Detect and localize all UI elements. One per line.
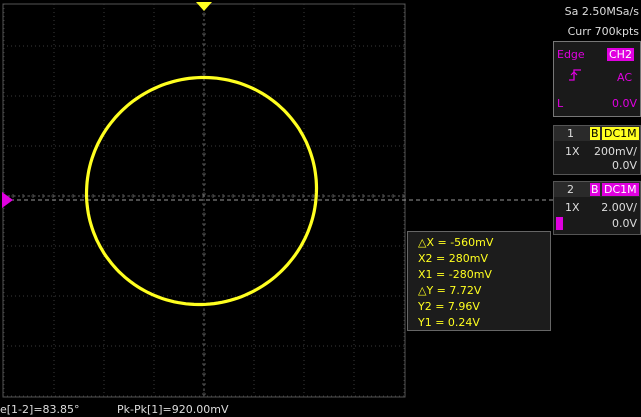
ch2-offset: 0.0V: [611, 217, 637, 230]
trigger-panel[interactable]: Edge CH2 AC L 0.0V: [553, 41, 641, 117]
cursor-delta-x: △X = -560mV: [418, 236, 494, 249]
scope-display: [2, 2, 640, 398]
cursor-y1: Y1 = 0.24V: [418, 316, 480, 329]
ch2-level-marker[interactable]: [2, 192, 13, 208]
cursor-readout-panel[interactable]: △X = -560mV X2 = 280mV X1 = -280mV △Y = …: [407, 231, 551, 331]
ch2-bw-limit: B: [590, 183, 600, 196]
ch1-probe: 1X: [565, 145, 580, 158]
cursor-delta-y: △Y = 7.72V: [418, 284, 482, 297]
memory-depth: Curr 700kpts: [567, 25, 639, 38]
ch2-probe: 1X: [565, 201, 580, 214]
trigger-level-label: L: [557, 97, 564, 110]
ch2-number: 2: [567, 183, 574, 196]
trigger-position-marker[interactable]: [196, 2, 212, 11]
ch1-coupling: DC1M: [602, 127, 639, 140]
cursor-x1: X1 = -280mV: [418, 268, 492, 281]
grid: [2, 3, 640, 398]
ch1-bw-limit: B: [590, 127, 600, 140]
trigger-mode: Edge: [557, 48, 585, 61]
ch2-panel[interactable]: 2 B DC1M 1X 2.00V/ I 0.0V: [553, 181, 641, 235]
ch2-scale: 2.00V/: [601, 201, 637, 214]
ch1-panel[interactable]: 1 B DC1M 1X 200mV/ 0.0V: [553, 125, 641, 175]
trigger-coupling: AC: [617, 71, 633, 84]
cursor-y2: Y2 = 7.96V: [418, 300, 480, 313]
ch1-offset: 0.0V: [611, 159, 637, 172]
ch1-number: 1: [567, 127, 574, 140]
cursor-x2: X2 = 280mV: [418, 252, 488, 265]
phase-measurement: e[1-2]=83.85°: [0, 403, 80, 416]
rising-edge-icon: [569, 69, 581, 81]
xy-trace: [84, 75, 319, 307]
ch1-scale: 200mV/: [594, 145, 637, 158]
pk-pk-measurement: Pk-Pk[1]=920.00mV: [117, 403, 229, 416]
trigger-source: CH2: [607, 48, 634, 61]
ch2-coupling: DC1M: [602, 183, 639, 196]
trigger-level: 0.0V: [611, 97, 637, 110]
sample-rate: Sa 2.50MSa/s: [564, 5, 639, 18]
ch2-marker: I: [556, 217, 563, 230]
